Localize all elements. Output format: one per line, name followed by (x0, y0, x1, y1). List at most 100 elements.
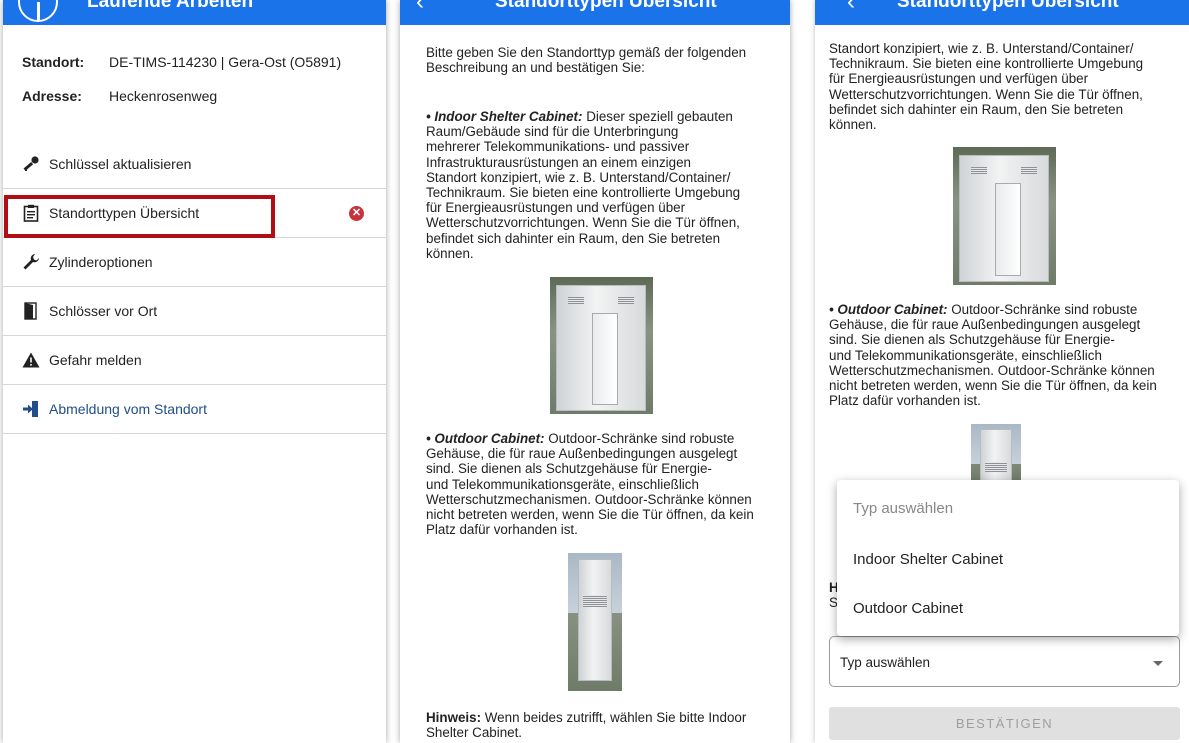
outdoor-cabinet-image (568, 553, 622, 691)
menu-item-label: Abmeldung vom Standort (49, 401, 207, 417)
indoor-line: Technikraum. Sie bieten eine kontrollier… (829, 56, 1144, 72)
site-type-select-screen: ‹ Standorttypen Übersicht Standort konzi… (815, 0, 1189, 743)
hinweis-label: Hinweis: (426, 710, 482, 725)
outdoor-line: sind. Sie dienen als Schutzgehäuse für E… (829, 332, 1115, 348)
shelter-vent (618, 297, 634, 304)
indoor-line: Infrastrukturausrüstungen an einem einzi… (426, 154, 691, 170)
back-arrow-icon[interactable]: ‹ (416, 0, 424, 16)
menu-item-label: Zylinderoptionen (49, 254, 153, 270)
shelter-vent (971, 167, 987, 174)
indoor-line: können. (829, 117, 877, 133)
app-bar-title: Standorttypen Übersicht (495, 0, 717, 12)
dropdown-placeholder[interactable]: Typ auswählen (853, 500, 953, 517)
warning-icon (20, 352, 42, 368)
hinweis-note: Hinweis: Wenn beides zutrifft, wählen Si… (426, 710, 788, 740)
site-menu: Schlüssel aktualisieren Standorttypen Üb… (3, 140, 386, 434)
outdoor-line: und Telekommunikationsgeräte, einschließ… (426, 476, 699, 492)
outdoor-line: Outdoor-Schränke sind robuste (544, 431, 735, 446)
shelter-door (995, 183, 1021, 276)
standort-value: DE-TIMS-114230 | Gera-Ost (O5891) (109, 54, 342, 70)
menu-item-schluessel[interactable]: Schlüssel aktualisieren (3, 140, 386, 189)
screenshot-stage: Laufende Arbeiten Standort: DE-TIMS-11423… (0, 0, 1189, 743)
key-icon (20, 155, 42, 173)
indoor-line: befindet sich dahinter ein Raum, den Sie… (426, 230, 721, 246)
menu-item-schloesser[interactable]: Schlösser vor Ort (3, 287, 386, 336)
intro-line: Beschreibung an und bestätigen Sie: (426, 60, 645, 76)
app-bar: ‹ Standorttypen Übersicht (815, 0, 1189, 25)
indoor-line: Wetterschutzvorrichtungen. Wenn Sie die … (426, 215, 740, 231)
outdoor-line: nicht betreten werden, wenn Sie die Tür … (829, 378, 1157, 394)
menu-item-label: Schlösser vor Ort (49, 303, 158, 319)
app-bar-title: Laufende Arbeiten (87, 0, 254, 12)
menu-item-zylinderoptionen[interactable]: Zylinderoptionen (3, 238, 386, 287)
outdoor-description: • Outdoor Cabinet: Outdoor-Schränke sind… (426, 431, 788, 537)
wrench-icon (20, 253, 42, 271)
cabinet-body (578, 559, 612, 681)
indoor-line: befindet sich dahinter ein Raum, den Sie… (829, 101, 1124, 117)
outdoor-line: Platz dafür vorhanden ist. (426, 522, 578, 538)
indoor-shelter-image (550, 277, 653, 414)
app-bar-title: Standorttypen Übersicht (897, 0, 1119, 12)
standort-row: Standort: DE-TIMS-114230 | Gera-Ost (O589… (22, 54, 341, 70)
app-bar: Laufende Arbeiten (3, 0, 386, 25)
outdoor-description: • Outdoor Cabinet: Outdoor-Schränke sind… (829, 302, 1187, 408)
confirm-button[interactable]: BESTÄTIGEN (829, 707, 1180, 740)
indoor-line: können. (426, 245, 474, 261)
indoor-line: Technikraum. Sie bieten eine kontrollier… (426, 185, 741, 201)
adresse-value: Heckenrosenweg (109, 88, 218, 104)
outdoor-line: Gehäuse, die für raue Außenbedingungen a… (426, 446, 738, 462)
indoor-title: • Indoor Shelter Cabinet: (426, 109, 583, 124)
door-icon (20, 302, 42, 320)
hinweis-text: Wenn beides zutrifft, wählen Sie bitte I… (481, 710, 747, 725)
menu-item-label: Schlüssel aktualisieren (49, 156, 192, 172)
cabinet-vent (985, 462, 1007, 472)
indoor-description: • Indoor Shelter Cabinet: Dieser speziel… (426, 109, 788, 261)
indoor-line: Standort konzipiert, wie z. B. Unterstan… (426, 169, 731, 185)
chevron-down-icon[interactable] (1153, 661, 1163, 666)
option-indoor-shelter[interactable]: Indoor Shelter Cabinet (853, 551, 1003, 568)
option-outdoor-cabinet[interactable]: Outdoor Cabinet (853, 600, 963, 617)
hinweis-line: Shelter Cabinet. (426, 725, 523, 741)
outdoor-title: • Outdoor Cabinet: (426, 431, 545, 446)
adresse-row: Adresse: Heckenrosenweg (22, 88, 217, 104)
shelter-vent (1021, 167, 1037, 174)
indoor-line: mehrerer Telekommunikations- und passive… (426, 139, 690, 155)
menu-item-gefahr[interactable]: Gefahr melden (3, 336, 386, 385)
outdoor-line: Platz dafür vorhanden ist. (829, 393, 981, 409)
outdoor-line: Gehäuse, die für raue Außenbedingungen a… (829, 317, 1141, 333)
outdoor-line: Outdoor-Schränke sind robuste (947, 302, 1138, 317)
outdoor-line: Wetterschutzmechanismen. Outdoor-Schränk… (426, 491, 752, 507)
site-type-select[interactable]: Typ auswählen (829, 636, 1180, 687)
adresse-label: Adresse: (22, 88, 82, 104)
indoor-line: Wetterschutzvorrichtungen. Wenn Sie die … (829, 86, 1143, 102)
standort-label: Standort: (22, 54, 85, 70)
indoor-line: Standort konzipiert, wie z. B. Unterstan… (829, 41, 1134, 56)
indoor-line: für Energieausrüstungen und verfügen übe… (829, 71, 1089, 87)
shelter-door (592, 313, 618, 405)
menu-item-label: Gefahr melden (49, 352, 142, 368)
logout-icon (20, 400, 42, 418)
site-menu-screen: Laufende Arbeiten Standort: DE-TIMS-11423… (3, 0, 386, 743)
shelter-vent (568, 297, 584, 304)
intro-line: Bitte geben Sie den Standorttyp gemäß de… (426, 45, 747, 60)
outdoor-line: nicht betreten werden, wenn Sie die Tür … (426, 507, 754, 523)
info-avatar-icon[interactable] (18, 0, 58, 22)
cabinet-vent (583, 595, 607, 607)
menu-item-abmeldung[interactable]: Abmeldung vom Standort (3, 385, 386, 434)
indoor-line: Dieser speziell gebauten (582, 109, 733, 124)
outdoor-line: und Telekommunikationsgeräte, einschließ… (829, 347, 1102, 363)
error-icon: ✕ (349, 206, 364, 221)
indoor-shelter-image (953, 147, 1056, 285)
cabinet-body (980, 429, 1012, 484)
type-dropdown-menu: Typ auswählen Indoor Shelter Cabinet Out… (837, 480, 1179, 636)
indoor-line: Raum/Gebäude sind für die Unterbringung (426, 124, 679, 140)
indoor-description-tail: Standort konzipiert, wie z. B. Unterstan… (829, 41, 1184, 132)
intro-text: Bitte geben Sie den Standorttyp gemäß de… (426, 45, 786, 75)
outdoor-cabinet-image (971, 424, 1021, 484)
outdoor-line: sind. Sie dienen als Schutzgehäuse für E… (426, 461, 712, 477)
indoor-line: für Energieausrüstungen und verfügen übe… (426, 200, 686, 216)
back-arrow-icon[interactable]: ‹ (847, 0, 855, 16)
outdoor-line: Wetterschutzmechanismen. Outdoor-Schränk… (829, 362, 1155, 378)
outdoor-title: • Outdoor Cabinet: (829, 302, 948, 317)
app-bar: ‹ Standorttypen Übersicht (400, 0, 790, 25)
